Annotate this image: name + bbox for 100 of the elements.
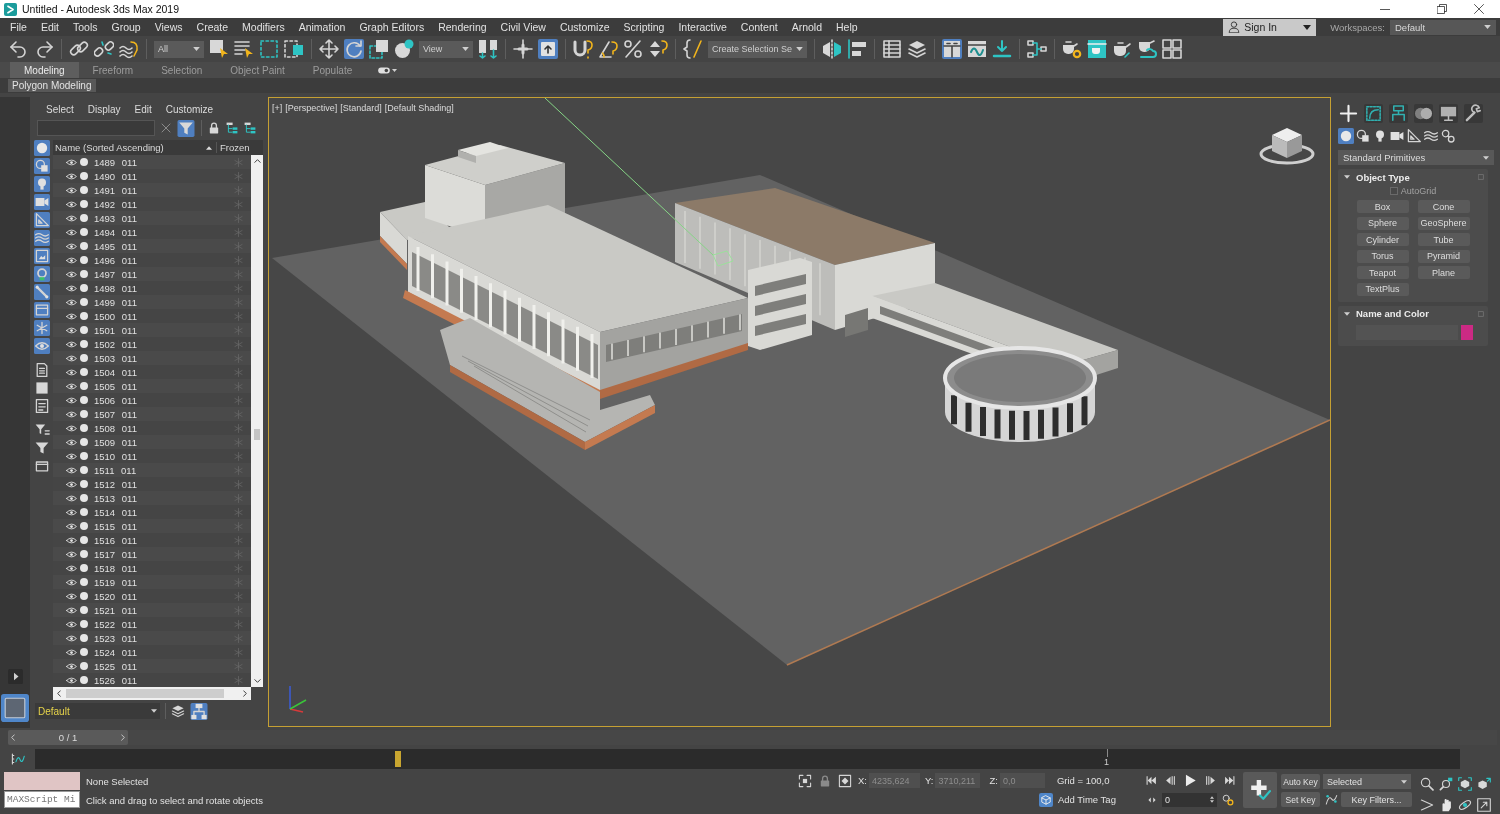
eye-icon[interactable] [66, 536, 77, 544]
window-icon[interactable] [33, 302, 51, 318]
dot-icon[interactable] [80, 522, 88, 530]
spinner-icon[interactable] [1210, 796, 1214, 803]
bracket-square-icon[interactable] [798, 773, 812, 788]
scene-row[interactable]: 1519 011 [53, 575, 251, 589]
eye-icon[interactable] [66, 368, 77, 376]
dot-icon[interactable] [80, 298, 88, 306]
mirror-icon[interactable] [822, 39, 843, 59]
menu-item[interactable]: Customize [552, 21, 617, 33]
dot-icon[interactable] [80, 368, 88, 376]
eye-icon[interactable] [66, 522, 77, 530]
dot-icon[interactable] [80, 410, 88, 418]
sphere-icon[interactable] [394, 39, 414, 59]
eye-icon[interactable] [66, 550, 77, 558]
eye-icon[interactable] [66, 410, 77, 418]
dot-icon[interactable] [80, 676, 88, 684]
eye-icon[interactable] [66, 438, 77, 446]
wavy-lines-icon[interactable] [33, 230, 51, 246]
dot-icon[interactable] [80, 424, 88, 432]
ribbon-tab[interactable]: Modeling [10, 62, 79, 78]
ring-icon[interactable] [33, 266, 51, 282]
previous-frame-icon[interactable] [1165, 775, 1176, 786]
scene-row[interactable]: 1525 011 [53, 659, 251, 673]
category-dropdown[interactable]: Standard Primitives [1338, 150, 1494, 165]
menu-item[interactable]: Arnold [784, 21, 829, 33]
selection-filter-dropdown[interactable]: All [154, 40, 204, 58]
braces-icon[interactable] [683, 39, 703, 59]
menu-item[interactable]: Content [733, 21, 785, 33]
primitive-button[interactable]: Cylinder [1356, 233, 1409, 246]
dot-icon[interactable] [80, 480, 88, 488]
eye-icon[interactable] [66, 396, 77, 404]
menu-item[interactable]: Help [829, 21, 865, 33]
eye-icon[interactable] [66, 452, 77, 460]
dot-icon[interactable] [80, 172, 88, 180]
menu-item[interactable]: Modifiers [235, 21, 292, 33]
dot-icon[interactable] [80, 242, 88, 250]
menu-item[interactable]: Edit [134, 103, 152, 115]
key-set-dropdown[interactable]: Selected [1323, 774, 1411, 789]
scene-row[interactable]: 1521 011 [53, 603, 251, 617]
eye-icon[interactable] [66, 676, 77, 684]
primitive-button[interactable]: Plane [1417, 266, 1470, 279]
layers-icon[interactable] [171, 704, 185, 718]
undo-icon[interactable] [9, 39, 29, 59]
eye-icon[interactable] [66, 228, 77, 236]
sign-in-button[interactable]: Sign In [1223, 18, 1317, 36]
framed-square-icon[interactable] [1, 693, 29, 723]
broken-chain-icon[interactable] [94, 39, 114, 59]
orbit-icon[interactable] [1458, 798, 1472, 812]
diamond-square-icon[interactable] [838, 773, 852, 788]
dot-icon[interactable] [80, 186, 88, 194]
dot-icon[interactable] [80, 228, 88, 236]
teapot-window-icon[interactable] [1087, 39, 1108, 59]
plus-icon[interactable] [1338, 104, 1359, 123]
close-icon[interactable] [1474, 4, 1484, 14]
eye-icon[interactable] [66, 284, 77, 292]
scene-row[interactable]: 1491 011 [53, 183, 251, 197]
viewport-menu-label[interactable]: [Default Shading] [384, 103, 454, 113]
scene-row[interactable]: 1493 011 [53, 211, 251, 225]
lock-icon[interactable] [208, 122, 220, 134]
eye-icon[interactable] [66, 172, 77, 180]
menu-item[interactable]: Group [104, 21, 148, 33]
eye-icon[interactable] [66, 564, 77, 572]
cube-arrow-icon[interactable] [1477, 777, 1491, 791]
square-icon[interactable] [33, 380, 51, 396]
dot-icon[interactable] [80, 354, 88, 362]
bent-square-icon[interactable] [1363, 104, 1384, 123]
rings-icon[interactable] [1222, 793, 1234, 806]
tree-list-icon[interactable] [226, 122, 238, 134]
dot-icon[interactable] [80, 578, 88, 586]
monitor-icon[interactable] [1438, 104, 1459, 123]
eye-icon[interactable] [66, 662, 77, 670]
scene-row[interactable]: 1501 011 [53, 323, 251, 337]
dot-icon[interactable] [80, 634, 88, 642]
circle-square-icon[interactable] [33, 158, 51, 174]
play-icon[interactable] [7, 669, 23, 684]
bulb-icon[interactable] [33, 176, 51, 192]
eye-icon[interactable] [66, 340, 77, 348]
dot-icon[interactable] [80, 270, 88, 278]
eye-icon[interactable] [66, 648, 77, 656]
scene-row[interactable]: 1505 011 [53, 379, 251, 393]
dot-icon[interactable] [80, 550, 88, 558]
primitive-button[interactable]: Teapot [1356, 266, 1409, 279]
scale-squares-icon[interactable] [369, 39, 389, 59]
primitive-button[interactable]: Pyramid [1417, 249, 1470, 263]
vertical-scrollbar[interactable] [251, 155, 263, 687]
dot-icon[interactable] [80, 312, 88, 320]
viewport-menu-label[interactable]: [Standard] [340, 103, 382, 113]
download-bar-icon[interactable] [992, 39, 1013, 59]
dot-icon[interactable] [80, 536, 88, 544]
zoom-all-icon[interactable] [1439, 777, 1453, 791]
eye-icon[interactable] [66, 298, 77, 306]
layer-dropdown[interactable]: Default [35, 703, 160, 719]
wedge-outline-icon[interactable] [1420, 798, 1434, 812]
scene-row[interactable]: 1499 011 [53, 295, 251, 309]
eye-icon[interactable] [66, 620, 77, 628]
chain-link-icon[interactable] [69, 39, 89, 59]
dot-icon[interactable] [80, 200, 88, 208]
skip-start-icon[interactable] [1146, 775, 1157, 786]
dot-icon[interactable] [80, 494, 88, 502]
